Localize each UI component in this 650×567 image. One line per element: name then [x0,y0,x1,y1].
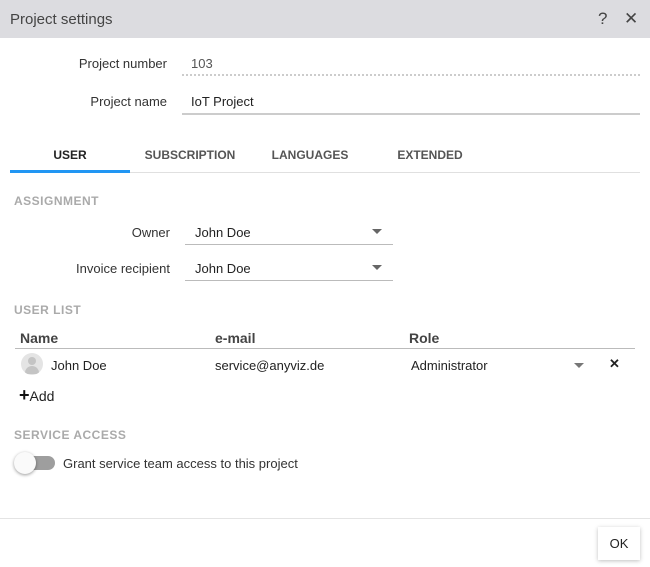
assignment-heading: ASSIGNMENT [14,194,100,208]
add-label: Add [29,388,55,404]
footer-divider [0,518,650,519]
add-user-button[interactable]: +Add [19,386,54,404]
column-role: Role [409,330,440,346]
invoice-recipient-label: Invoice recipient [76,261,170,276]
chevron-down-icon [372,229,382,234]
dialog-title: Project settings [10,11,113,28]
chevron-down-icon [574,363,584,368]
avatar [21,353,43,375]
column-email: e-mail [215,330,256,346]
tab-subscription[interactable]: SUBSCRIPTION [130,148,250,162]
user-list-heading: USER LIST [14,303,82,317]
project-name-label: Project name [90,94,167,109]
tab-user[interactable]: USER [10,148,130,162]
tab-languages[interactable]: LANGUAGES [250,148,370,162]
user-email: service@anyviz.de [215,358,325,373]
ok-button[interactable]: OK [598,527,640,560]
column-name: Name [20,330,59,346]
owner-select[interactable]: John Doe [185,218,393,245]
user-name: John Doe [51,358,107,373]
owner-value: John Doe [195,225,251,240]
chevron-down-icon [372,265,382,270]
project-name-input[interactable]: IoT Project [182,86,640,115]
owner-label: Owner [131,225,170,240]
plus-icon: + [19,385,30,405]
project-number-label: Project number [78,56,167,71]
remove-user-icon[interactable]: ✕ [609,356,620,372]
table-row: John Doe service@anyviz.de Administrator… [15,349,635,381]
role-select[interactable]: Administrator [407,351,587,379]
tab-extended[interactable]: EXTENDED [370,148,490,162]
close-icon[interactable]: ✕ [624,9,638,29]
service-access-heading: SERVICE ACCESS [14,428,127,442]
tab-active-indicator [10,170,130,173]
help-icon[interactable]: ? [598,9,607,29]
project-number-field: 103 [182,48,640,76]
service-access-label: Grant service team access to this projec… [63,456,298,471]
invoice-recipient-select[interactable]: John Doe [185,254,393,281]
service-access-toggle[interactable] [14,452,56,474]
invoice-recipient-value: John Doe [195,261,251,276]
role-value: Administrator [411,358,488,373]
